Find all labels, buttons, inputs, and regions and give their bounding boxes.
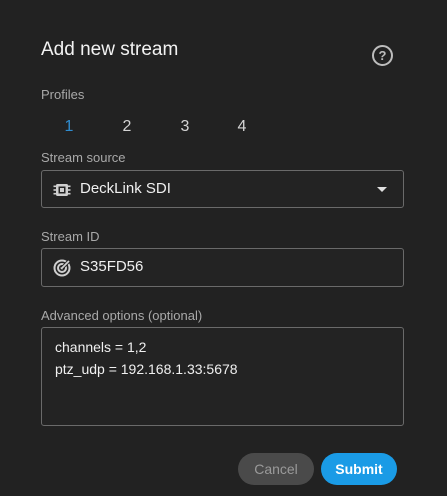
stream-id-value: S35FD56 — [80, 258, 144, 275]
help-icon[interactable]: ? — [372, 45, 393, 66]
advanced-options-label: Advanced options (optional) — [41, 308, 203, 323]
profiles-label: Profiles — [41, 87, 85, 102]
chevron-down-icon — [377, 187, 387, 192]
stream-id-input[interactable]: S35FD56 — [41, 248, 404, 287]
submit-button[interactable]: Submit — [321, 453, 397, 485]
sdi-card-icon — [53, 181, 71, 199]
add-stream-dialog: Add new stream ? Profiles 1 2 3 4 Stream… — [0, 0, 447, 496]
stream-source-value: DeckLink SDI — [80, 180, 171, 197]
profile-tab-2[interactable]: 2 — [114, 118, 140, 136]
stream-id-label: Stream ID — [41, 229, 100, 244]
stream-source-label: Stream source — [41, 150, 126, 165]
profile-tab-1[interactable]: 1 — [56, 118, 82, 136]
advanced-option-line: ptz_udp = 192.168.1.33:5678 — [55, 361, 238, 377]
profile-tab-4[interactable]: 4 — [229, 118, 255, 136]
stream-source-select[interactable]: DeckLink SDI — [41, 170, 404, 208]
profile-tab-3[interactable]: 3 — [172, 118, 198, 136]
advanced-options-textarea[interactable]: channels = 1,2 ptz_udp = 192.168.1.33:56… — [41, 327, 404, 426]
dialog-title: Add new stream — [41, 39, 179, 60]
cancel-button[interactable]: Cancel — [238, 453, 314, 485]
advanced-option-line: channels = 1,2 — [55, 339, 147, 355]
target-icon — [53, 259, 71, 277]
